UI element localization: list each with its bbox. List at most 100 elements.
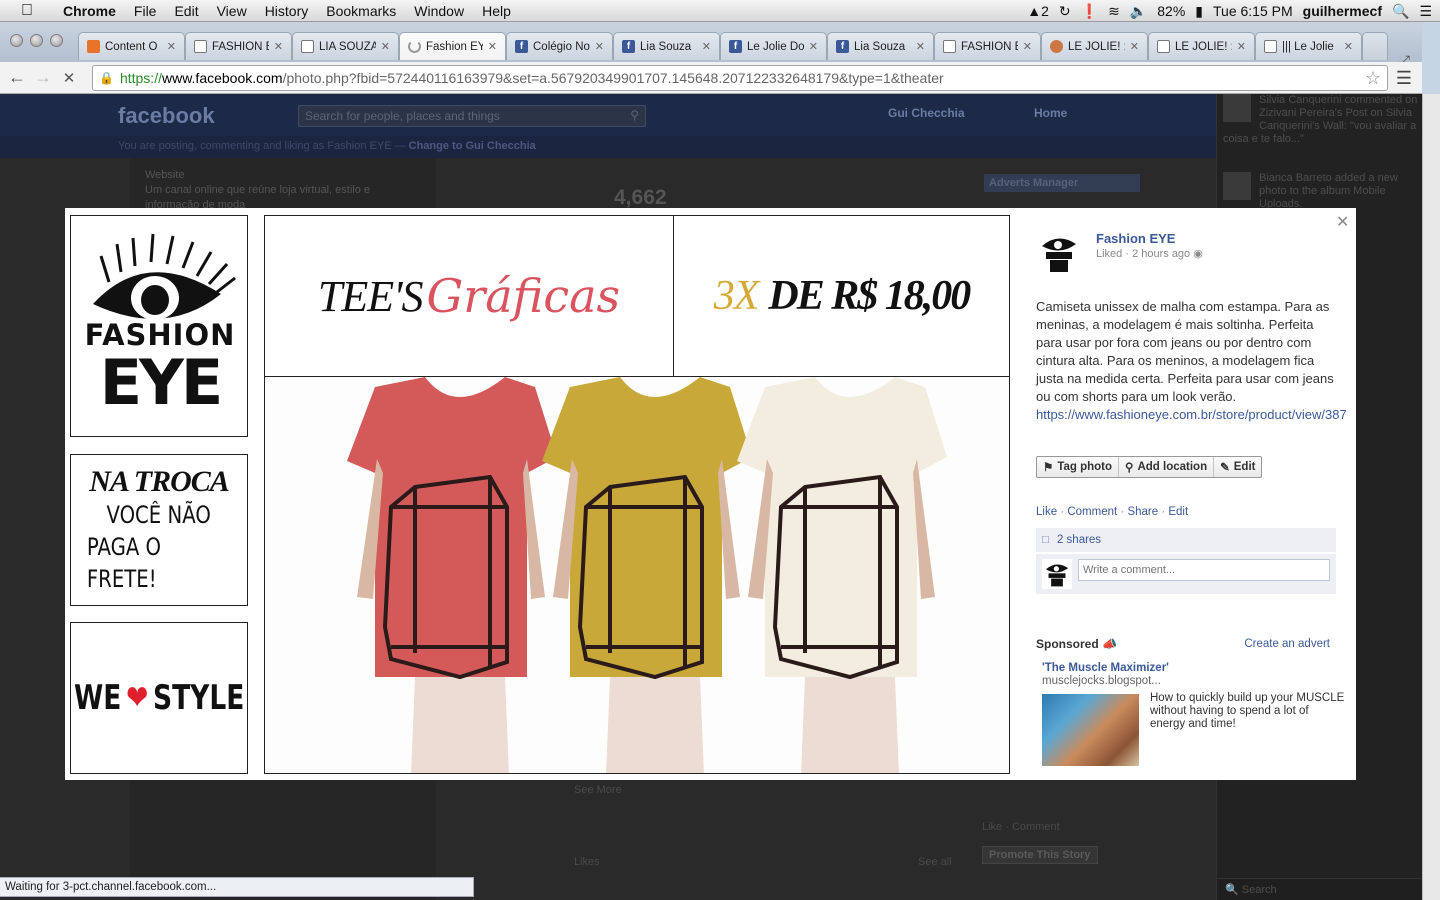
globe-icon[interactable]: ◉ bbox=[1193, 248, 1203, 260]
minimize-window-button[interactable] bbox=[30, 34, 43, 47]
tab[interactable]: LE JOLIE! : ✕ bbox=[1041, 32, 1148, 60]
comment-input[interactable] bbox=[1078, 559, 1330, 581]
menu-bookmarks[interactable]: Bookmarks bbox=[317, 3, 405, 19]
tab-label: Lia Souza bbox=[640, 40, 692, 53]
ad-url[interactable]: musclejocks.blogspot... bbox=[1042, 675, 1161, 687]
fb-search-input[interactable]: Search for people, places and things ⚲ bbox=[298, 105, 646, 127]
volume-icon[interactable]: 🔈 bbox=[1130, 3, 1147, 20]
time-machine-icon[interactable]: ↻ bbox=[1059, 3, 1071, 20]
forward-icon[interactable]: → bbox=[30, 67, 56, 88]
edit-link[interactable]: Edit bbox=[1168, 506, 1188, 518]
bluetooth-icon[interactable]: ❗ bbox=[1081, 3, 1098, 20]
menu-help[interactable]: Help bbox=[473, 3, 520, 19]
wifi-icon[interactable]: ≋ bbox=[1108, 3, 1120, 20]
spotlight-icon[interactable]: 🔍 bbox=[1392, 3, 1409, 20]
lock-icon[interactable]: 🔒 bbox=[99, 71, 114, 85]
tab-close-icon[interactable]: ✕ bbox=[488, 40, 497, 53]
tab[interactable]: FASHION E ✕ bbox=[934, 32, 1041, 60]
posting-as-bar: You are posting, commenting and liking a… bbox=[0, 136, 1216, 158]
tab-close-icon[interactable]: ✕ bbox=[916, 40, 925, 53]
tab[interactable]: LIA SOUZA ✕ bbox=[292, 32, 399, 60]
caption-link[interactable]: https://www.fashioneye.com.br/store/prod… bbox=[1036, 407, 1347, 422]
bg-like-comment[interactable]: Like · Comment bbox=[982, 821, 1060, 833]
apple-icon[interactable]:  bbox=[0, 2, 54, 20]
tab[interactable]: Content O ✕ bbox=[78, 32, 185, 60]
troca-line-1: VOCÊ NÃO bbox=[106, 501, 212, 529]
create-advert-link[interactable]: Create an advert bbox=[1244, 638, 1330, 650]
page-scrollbar[interactable] bbox=[1422, 94, 1440, 900]
comment-link[interactable]: Comment bbox=[1067, 506, 1117, 518]
tab-close-icon[interactable]: ✕ bbox=[1130, 40, 1139, 53]
ticker-item[interactable]: Silvia Canquerini commented on Zizivani … bbox=[1223, 94, 1419, 146]
fb-header: facebook Search for people, places and t… bbox=[0, 94, 1216, 136]
menu-window[interactable]: Window bbox=[405, 3, 473, 19]
tab-close-icon[interactable]: ✕ bbox=[1023, 40, 1032, 53]
tab[interactable]: FASHION E ✕ bbox=[185, 32, 292, 60]
adobe-icon[interactable]: ▲2 bbox=[1027, 3, 1049, 19]
shares-count[interactable]: 2 shares bbox=[1057, 534, 1101, 546]
url-scheme: https:// bbox=[119, 70, 162, 86]
adverts-manager-button[interactable]: Adverts Manager bbox=[984, 174, 1140, 192]
user-name[interactable]: guilhermecf bbox=[1303, 3, 1382, 19]
tab-close-icon[interactable]: ✕ bbox=[167, 40, 176, 53]
tab[interactable]: ||| Le Jolie ✕ bbox=[1255, 32, 1362, 60]
add-location-button[interactable]: ⚲ Add location bbox=[1119, 457, 1215, 477]
chrome-menu-icon[interactable]: ☰ bbox=[1396, 68, 1412, 89]
tab-close-icon[interactable]: ✕ bbox=[1344, 40, 1353, 53]
ticker-item[interactable]: Bianca Barreto added a new photo to the … bbox=[1223, 172, 1419, 211]
edit-button[interactable]: ✎ Edit bbox=[1214, 457, 1261, 477]
ad-image[interactable] bbox=[1042, 694, 1139, 766]
promote-story-button[interactable]: Promote This Story bbox=[982, 846, 1098, 864]
menu-history[interactable]: History bbox=[256, 3, 318, 19]
ad-text[interactable]: How to quickly build up your MUSCLE with… bbox=[1150, 692, 1345, 731]
menu-edit[interactable]: Edit bbox=[165, 3, 207, 19]
ticker-text: Bianca Barreto added a new photo to the … bbox=[1259, 172, 1398, 210]
tag-photo-button[interactable]: ⚑ Tag photo bbox=[1037, 457, 1120, 477]
new-tab-button[interactable] bbox=[1362, 32, 1388, 60]
bg-see-more[interactable]: See More bbox=[574, 784, 622, 796]
close-window-button[interactable] bbox=[10, 34, 23, 47]
tab-close-icon[interactable]: ✕ bbox=[274, 40, 283, 53]
search-icon[interactable]: ⚲ bbox=[630, 108, 639, 122]
tab-close-icon[interactable]: ✕ bbox=[809, 40, 818, 53]
tab[interactable]: f Le Jolie Do ✕ bbox=[720, 32, 827, 60]
tab[interactable]: Fashion EY ✕ bbox=[399, 32, 506, 60]
fb-logo[interactable]: facebook bbox=[118, 103, 215, 129]
clock[interactable]: Tue 6:15 PM bbox=[1213, 3, 1293, 19]
fashion-eye-avatar-icon bbox=[1036, 230, 1082, 276]
author-name[interactable]: Fashion EYE bbox=[1096, 231, 1175, 246]
tag-photo-label: Tag photo bbox=[1057, 461, 1113, 473]
tab[interactable]: LE JOLIE! :C ✕ bbox=[1148, 32, 1255, 60]
menu-view[interactable]: View bbox=[208, 3, 256, 19]
bookmark-star-icon[interactable]: ☆ bbox=[1365, 68, 1381, 89]
bg-see-all[interactable]: See all bbox=[918, 856, 952, 868]
share-link[interactable]: Share bbox=[1127, 506, 1158, 518]
tab[interactable]: f Colégio No ✕ bbox=[506, 32, 613, 60]
tab-close-icon[interactable]: ✕ bbox=[1237, 40, 1246, 53]
notification-center-icon[interactable]: ☰ bbox=[1419, 3, 1432, 20]
author-avatar[interactable] bbox=[1036, 230, 1082, 276]
tab-close-icon[interactable]: ✕ bbox=[595, 40, 604, 53]
tab[interactable]: f Lia Souza ✕ bbox=[613, 32, 720, 60]
change-user-link[interactable]: Change to Gui Checchia bbox=[409, 140, 536, 152]
back-icon[interactable]: ← bbox=[4, 67, 30, 88]
shares-row[interactable]: □ 2 shares bbox=[1036, 528, 1336, 552]
fb-home-link[interactable]: Home bbox=[1034, 106, 1067, 120]
stop-icon[interactable]: ✕ bbox=[56, 69, 82, 87]
address-bar[interactable]: 🔒 https://www.facebook.com/photo.php?fbi… bbox=[92, 65, 1388, 91]
menu-app[interactable]: Chrome bbox=[54, 3, 125, 19]
zoom-window-button[interactable] bbox=[50, 34, 63, 47]
tab-close-icon[interactable]: ✕ bbox=[381, 40, 390, 53]
battery-label[interactable]: 82% bbox=[1157, 3, 1185, 19]
tab-close-icon[interactable]: ✕ bbox=[702, 40, 711, 53]
style-we: WE bbox=[73, 678, 122, 718]
chat-search[interactable]: 🔍 Search bbox=[1217, 878, 1423, 900]
ad-title[interactable]: 'The Muscle Maximizer' bbox=[1042, 662, 1169, 674]
menu-file[interactable]: File bbox=[125, 3, 166, 19]
like-link[interactable]: Like bbox=[1036, 506, 1057, 518]
close-icon[interactable]: ✕ bbox=[1336, 212, 1349, 232]
tab[interactable]: f Lia Souza ✕ bbox=[827, 32, 934, 60]
tshirts-photo bbox=[264, 376, 1010, 774]
fb-user-link[interactable]: Gui Checchia bbox=[888, 106, 965, 120]
photo-image[interactable]: FASHION EYE NA TROCA VOCÊ NÃO PAGA O FRE… bbox=[65, 208, 1025, 780]
